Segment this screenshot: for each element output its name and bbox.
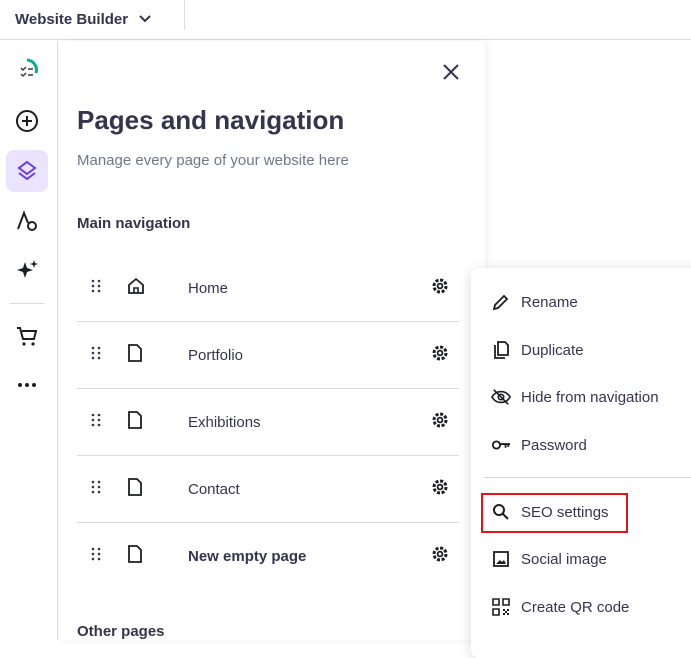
menu-item-label: Rename — [521, 293, 578, 311]
drag-handle-icon[interactable] — [91, 547, 101, 566]
gear-icon[interactable] — [430, 544, 450, 569]
cart-icon[interactable] — [6, 315, 48, 357]
chevron-down-icon[interactable] — [138, 11, 152, 29]
page-label: Exhibitions — [188, 413, 261, 431]
page-icon — [127, 410, 143, 434]
menu-item-hide-from-navigation[interactable]: Hide from navigation — [471, 377, 691, 417]
gear-icon[interactable] — [430, 477, 450, 502]
page-context-menu: Rename Duplicate Hide from navigation Passw… — [471, 268, 691, 658]
menu-item-rename[interactable]: Rename — [471, 282, 691, 322]
menu-item-social-image[interactable]: Social image — [471, 539, 691, 579]
page-label: Home — [188, 279, 229, 297]
seo-settings-highlight — [481, 493, 628, 533]
drag-handle-icon[interactable] — [91, 413, 101, 432]
top-bar: Website Builder — [0, 0, 691, 40]
divider — [184, 0, 185, 30]
gear-icon[interactable] — [430, 276, 450, 301]
page-row[interactable]: Home — [77, 255, 459, 322]
menu-item-create-qr-code[interactable]: Create QR code — [471, 587, 691, 627]
app-title[interactable]: Website Builder — [15, 11, 128, 28]
menu-item-duplicate[interactable]: Duplicate — [471, 330, 691, 370]
page-row[interactable]: Portfolio — [77, 322, 459, 389]
checklist-progress-icon[interactable] — [6, 49, 48, 91]
drag-handle-icon[interactable] — [91, 346, 101, 365]
page-label: Contact — [188, 480, 240, 498]
menu-item-password[interactable]: Password — [471, 425, 691, 465]
pencil-icon — [491, 292, 511, 312]
key-icon — [491, 435, 511, 455]
menu-item-label: Hide from navigation — [521, 388, 659, 406]
pages-panel: Pages and navigation Manage every page o… — [59, 41, 485, 640]
menu-item-label: Duplicate — [521, 341, 584, 359]
menu-item-label: Create QR code — [521, 598, 630, 616]
menu-item-label: Password — [521, 436, 587, 454]
page-icon — [127, 545, 143, 568]
sidebar — [0, 41, 58, 640]
qr-code-icon — [491, 597, 511, 617]
drag-handle-icon[interactable] — [91, 480, 101, 499]
gear-icon[interactable] — [430, 410, 450, 435]
page-title: Pages and navigation — [77, 105, 345, 135]
page-subtitle: Manage every page of your website here — [77, 152, 349, 169]
divider — [10, 303, 44, 304]
styles-icon[interactable] — [6, 200, 48, 242]
page-row[interactable]: Exhibitions — [77, 389, 459, 456]
copy-icon — [491, 340, 511, 360]
close-icon[interactable] — [440, 61, 462, 83]
eye-off-icon — [491, 387, 511, 407]
main-navigation-heading: Main navigation — [77, 215, 191, 232]
layers-icon[interactable] — [6, 150, 48, 192]
page-row[interactable]: Contact — [77, 456, 459, 523]
ai-sparkle-icon[interactable] — [6, 249, 48, 291]
gear-icon[interactable] — [430, 343, 450, 368]
page-icon — [127, 477, 143, 501]
more-icon[interactable] — [6, 364, 48, 406]
add-element-icon[interactable] — [6, 100, 48, 142]
image-icon — [491, 549, 511, 569]
menu-item-label: Social image — [521, 550, 607, 568]
page-label: New empty page — [188, 548, 307, 565]
other-pages-heading: Other pages — [77, 623, 165, 640]
page-icon — [127, 343, 143, 367]
drag-handle-icon[interactable] — [91, 279, 101, 298]
home-icon — [127, 277, 145, 300]
divider — [483, 477, 691, 478]
page-label: Portfolio — [188, 346, 244, 364]
page-row[interactable]: New empty page — [77, 523, 459, 590]
